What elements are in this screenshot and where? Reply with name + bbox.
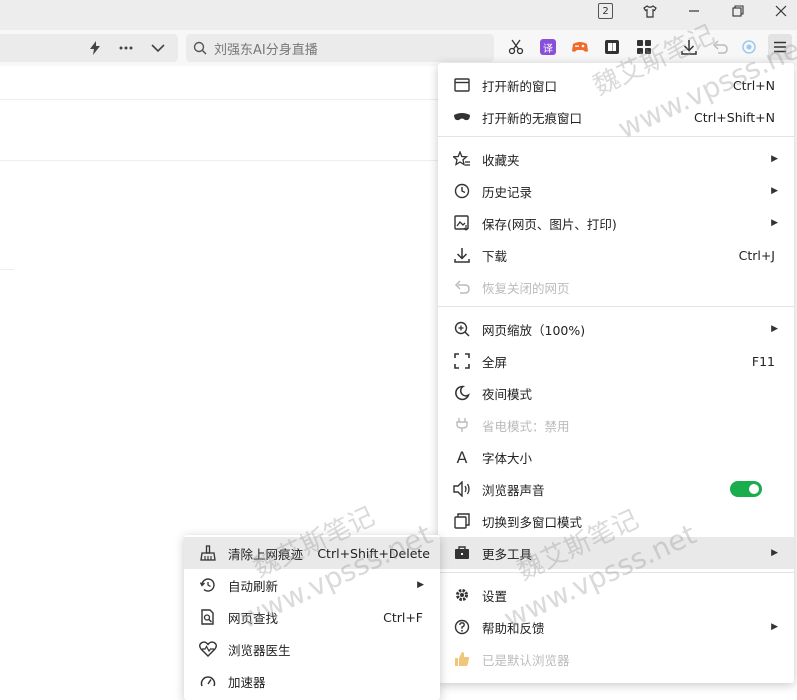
submenu-item-clear-traces[interactable]: 清除上网痕迹 Ctrl+Shift+Delete (184, 537, 440, 569)
close-icon[interactable] (769, 0, 793, 22)
heart-pulse-icon (198, 639, 218, 659)
download-icon (452, 245, 472, 265)
reader-icon[interactable] (601, 36, 623, 58)
page-search-icon (198, 607, 218, 627)
scissors-icon[interactable] (505, 36, 527, 58)
menu-item-font-size[interactable]: A 字体大小 (438, 441, 794, 473)
menu-item-settings[interactable]: 设置 (438, 579, 794, 611)
menu-separator (438, 306, 794, 307)
menu-separator (438, 572, 794, 573)
save-image-icon (452, 213, 472, 233)
zoom-in-icon (452, 319, 472, 339)
font-letter-icon: A (456, 447, 468, 467)
search-text: 刘强东AI分身直播 (214, 42, 318, 58)
submenu-item-find-in-page[interactable]: 网页查找 Ctrl+F (184, 601, 440, 633)
page-divider (0, 269, 14, 270)
title-bar: 2 (0, 0, 797, 30)
menu-item-help-feedback[interactable]: 帮助和反馈 ▶ (438, 611, 794, 643)
search-input[interactable]: 刘强东AI分身直播 (186, 34, 494, 62)
menu-item-save[interactable]: 保存(网页、图片、打印) ▶ (438, 207, 794, 239)
refresh-clock-icon (198, 575, 218, 595)
menu-item-new-incognito[interactable]: 打开新的无痕窗口 Ctrl+Shift+N (438, 101, 794, 133)
game-icon[interactable] (569, 36, 591, 58)
translate-icon[interactable]: 译 (537, 36, 559, 58)
menu-item-new-window[interactable]: 打开新的窗口 Ctrl+N (438, 69, 794, 101)
clock-icon (452, 181, 472, 201)
menu-item-multi-window[interactable]: 切换到多窗口模式 (438, 505, 794, 537)
menu-item-download[interactable]: 下载 Ctrl+J (438, 239, 794, 271)
submenu-arrow-icon: ▶ (771, 154, 778, 164)
sound-toggle[interactable] (730, 481, 762, 497)
submenu-arrow-icon: ▶ (771, 548, 778, 558)
chevron-down-icon[interactable] (147, 37, 169, 59)
menu-item-power-saving: 省电模式：禁用 (438, 409, 794, 441)
more-dots-icon[interactable] (115, 37, 137, 59)
fullscreen-icon (452, 351, 472, 371)
gear-icon (452, 585, 472, 605)
new-window-icon (452, 75, 472, 95)
multi-window-icon (452, 511, 472, 531)
page-divider (0, 160, 440, 161)
submenu-arrow-icon: ▶ (771, 186, 778, 196)
submenu-arrow-icon: ▶ (771, 218, 778, 228)
apps-grid-icon[interactable] (633, 36, 655, 58)
menu-item-fullscreen[interactable]: 全屏 F11 (438, 345, 794, 377)
broom-icon (198, 543, 218, 563)
menu-item-night-mode[interactable]: 夜间模式 (438, 377, 794, 409)
plug-icon (452, 415, 472, 435)
minimize-icon[interactable] (682, 0, 706, 22)
speedometer-icon (198, 671, 218, 691)
restore-icon[interactable] (726, 0, 750, 22)
menu-item-favorites[interactable]: 收藏夹 ▶ (438, 143, 794, 175)
undo-icon[interactable] (709, 36, 731, 58)
lightning-icon[interactable] (84, 37, 106, 59)
menu-item-more-tools[interactable]: 更多工具 ▶ (438, 537, 794, 569)
toolbox-icon (452, 543, 472, 563)
address-bar[interactable] (0, 34, 178, 62)
main-menu: 打开新的窗口 Ctrl+N 打开新的无痕窗口 Ctrl+Shift+N 收藏夹 … (438, 63, 794, 683)
main-menu-button[interactable] (768, 34, 792, 60)
thumbs-up-icon (452, 649, 472, 669)
star-list-icon (452, 149, 472, 169)
submenu-arrow-icon: ▶ (771, 324, 778, 334)
download-icon[interactable] (678, 36, 700, 58)
submenu-item-auto-refresh[interactable]: 自动刷新 ▶ (184, 569, 440, 601)
submenu-arrow-icon: ▶ (417, 580, 424, 590)
tab-count-badge[interactable]: 2 (598, 3, 613, 19)
more-tools-submenu: 清除上网痕迹 Ctrl+Shift+Delete 自动刷新 ▶ 网页查找 Ctr… (184, 535, 440, 700)
skin-shirt-icon[interactable] (638, 0, 662, 22)
submenu-arrow-icon: ▶ (771, 622, 778, 632)
menu-item-zoom[interactable]: 网页缩放（100%) ▶ (438, 313, 794, 345)
incognito-mask-icon (452, 107, 472, 127)
search-icon (193, 41, 207, 55)
moon-icon (452, 383, 472, 403)
submenu-item-browser-doctor[interactable]: 浏览器医生 (184, 633, 440, 665)
menu-item-restore-closed: 恢复关闭的网页 (438, 271, 794, 303)
page-divider (0, 99, 440, 100)
menu-item-default-browser: 已是默认浏览器 (438, 643, 794, 675)
menu-item-history[interactable]: 历史记录 ▶ (438, 175, 794, 207)
submenu-item-accelerator[interactable]: 加速器 (184, 665, 440, 697)
menu-item-browser-sound[interactable]: 浏览器声音 (438, 473, 794, 505)
undo-icon (452, 277, 472, 297)
question-icon (452, 617, 472, 637)
speaker-icon (452, 479, 472, 499)
hamburger-icon (774, 41, 786, 53)
sync-icon[interactable] (738, 36, 760, 58)
toolbar: 刘强东AI分身直播 译 (0, 30, 797, 66)
menu-separator (438, 136, 794, 137)
